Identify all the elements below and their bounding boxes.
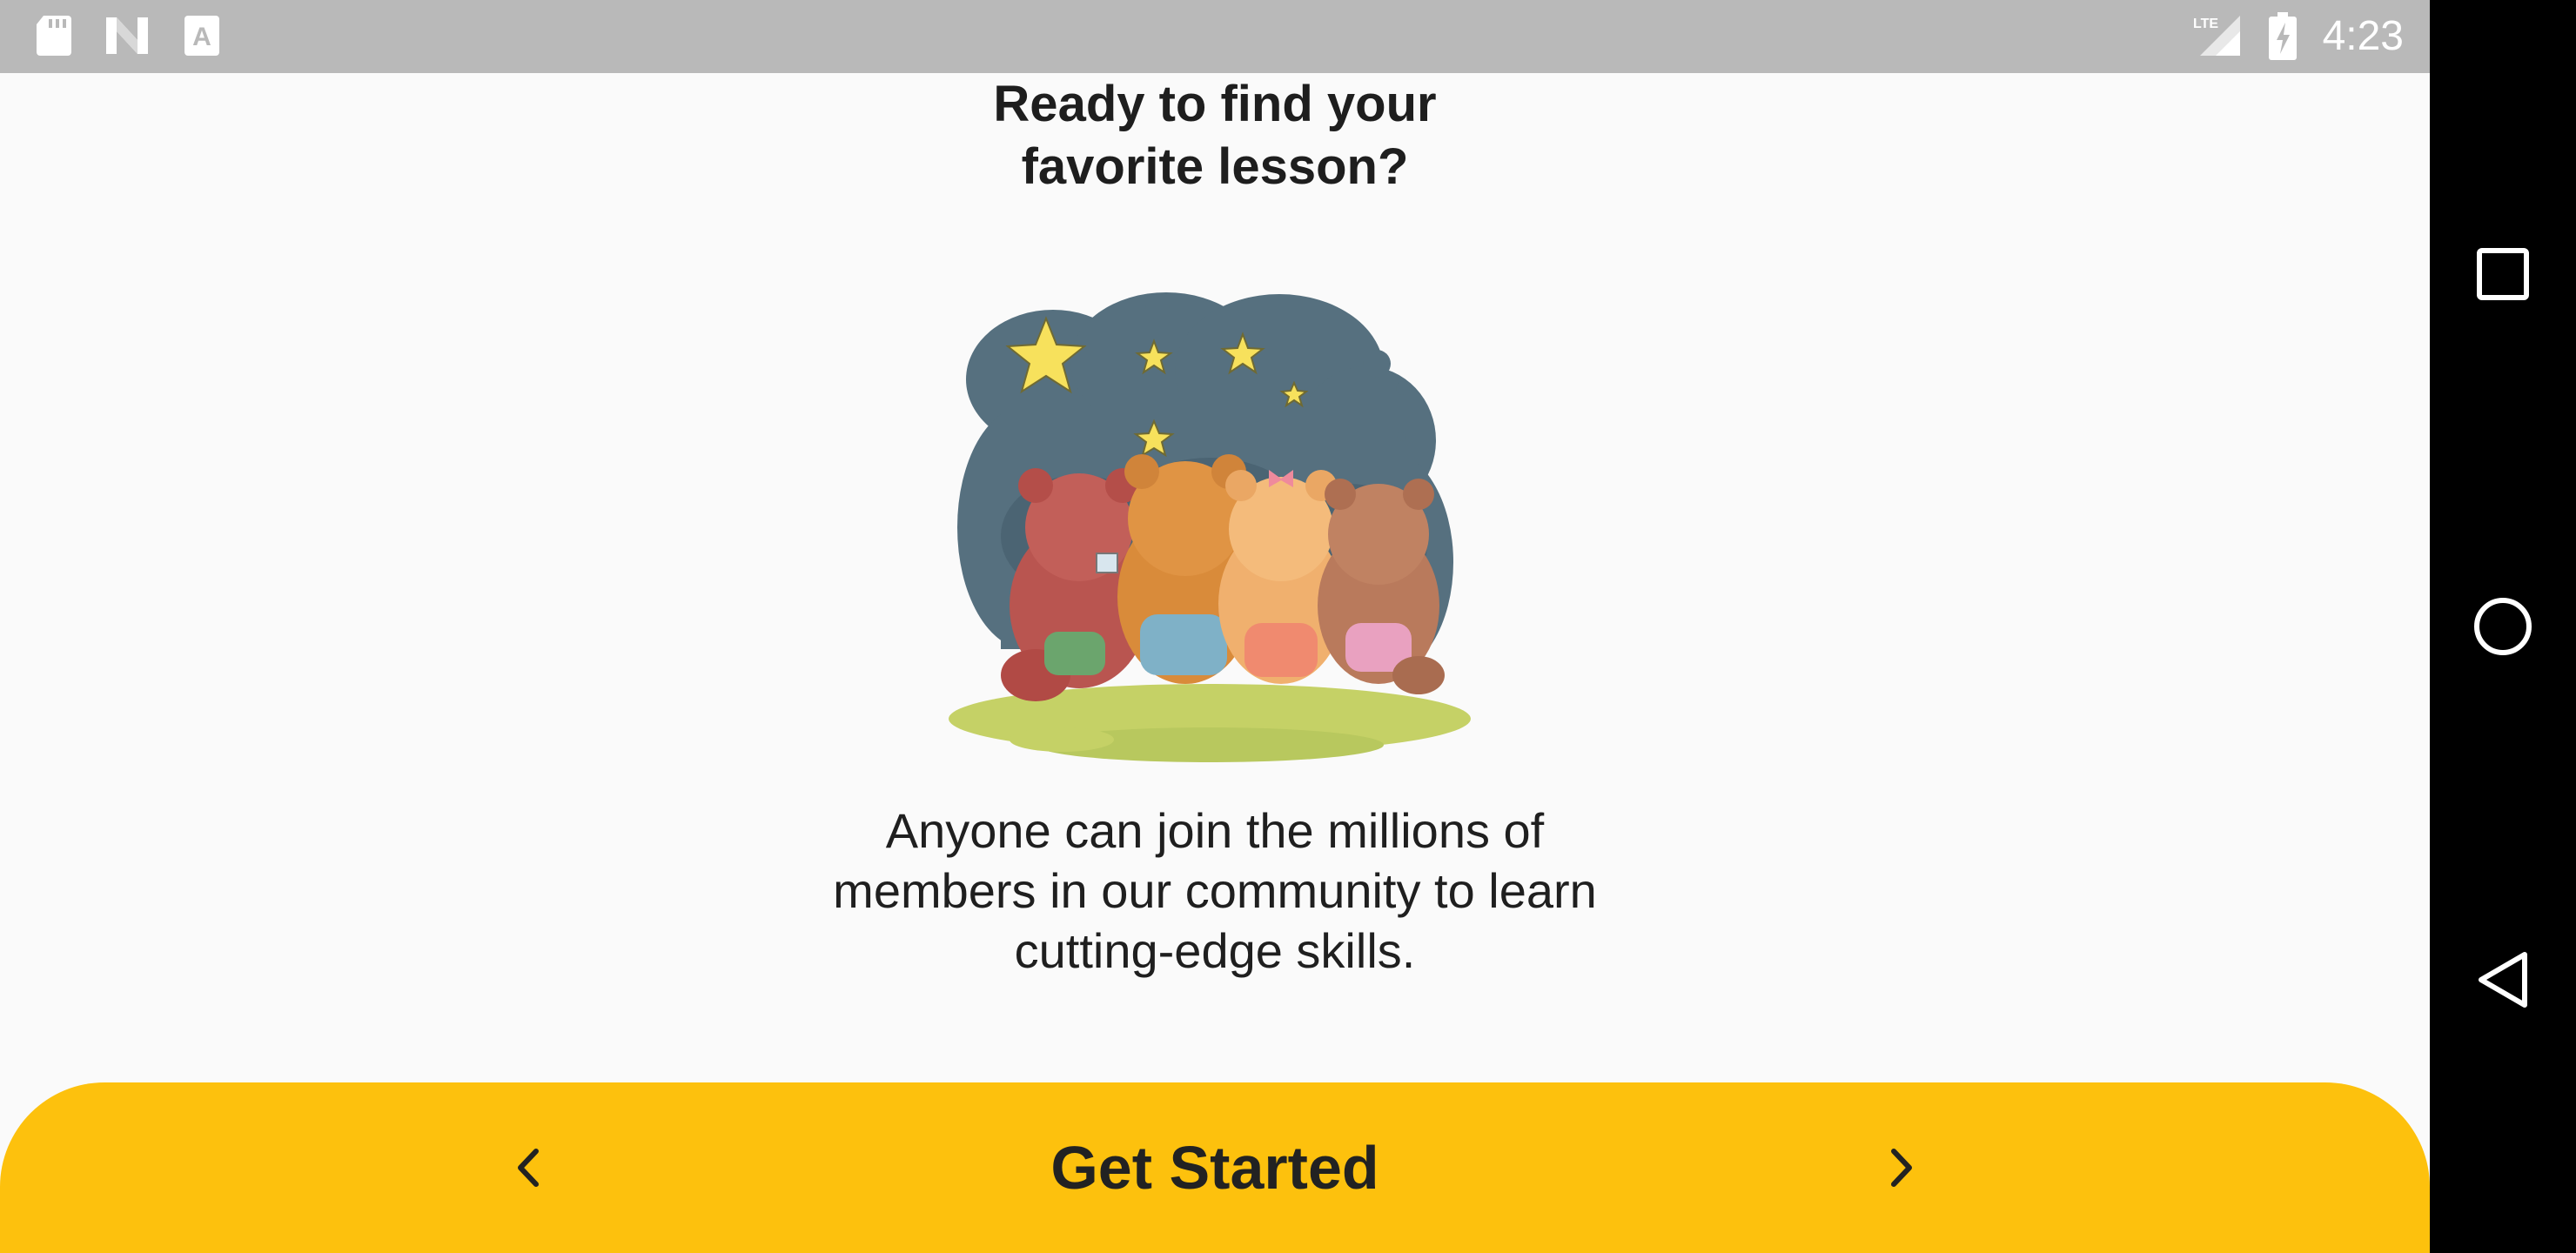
home-circle-icon[interactable] [2459, 583, 2546, 670]
recents-square-icon[interactable] [2459, 231, 2546, 318]
onboarding-description: Anyone can join the millions of members … [833, 803, 1597, 978]
status-time: 4:23 [2322, 13, 2404, 59]
sd-card-icon [35, 14, 73, 62]
lte-signal-icon: LTE [2191, 12, 2244, 64]
next-button[interactable] [1857, 1126, 1944, 1213]
battery-charging-icon [2268, 12, 2298, 65]
navigation-bar [2430, 0, 2576, 1253]
bears-watching-stars-illustration [949, 266, 1488, 806]
n-logo-icon [103, 14, 151, 62]
chevron-right-icon [1883, 1146, 1918, 1194]
onboarding-screen: Ready to find your favorite lesson? Anyo… [0, 73, 2430, 1253]
svg-text:A: A [192, 23, 211, 51]
page-title: Ready to find your favorite lesson? [993, 76, 1437, 195]
svg-text:LTE: LTE [2193, 17, 2218, 31]
back-triangle-icon[interactable] [2459, 936, 2546, 1023]
status-bar: A LTE 4:23 [0, 0, 2430, 73]
font-a-icon: A [183, 14, 221, 62]
get-started-button[interactable]: Get Started [0, 1082, 2430, 1253]
